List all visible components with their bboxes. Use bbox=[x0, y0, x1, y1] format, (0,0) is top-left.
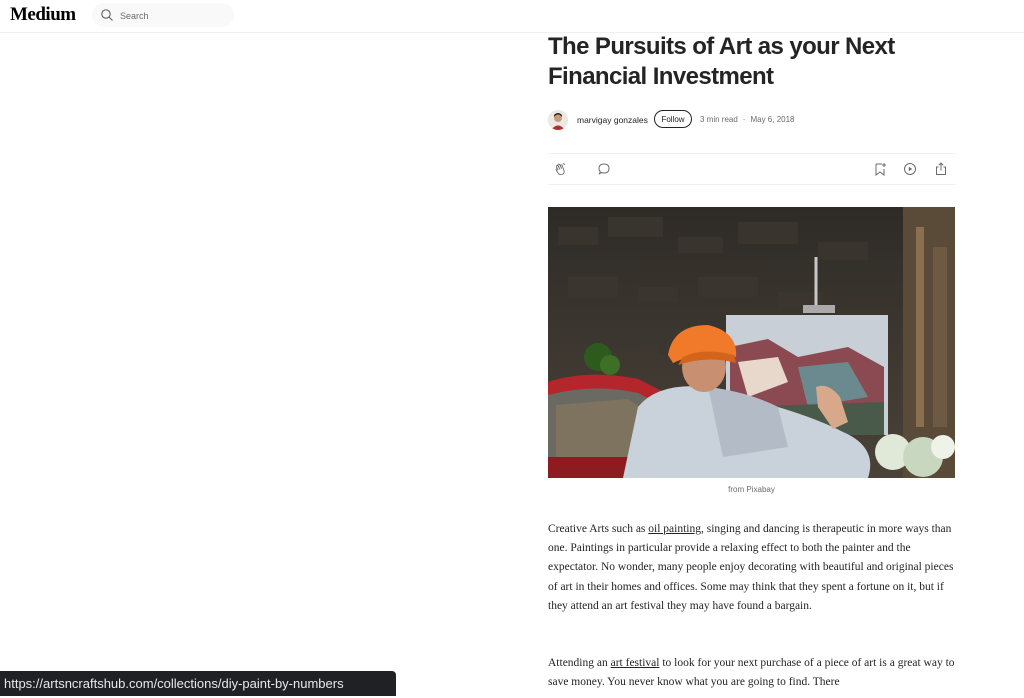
byline: marvigay gonzales Follow 3 min read · May … bbox=[548, 110, 958, 134]
link-preview-status-bar: https://artsncraftshub.com/collections/d… bbox=[0, 671, 396, 696]
meta-separator: · bbox=[742, 115, 746, 124]
painter-photo bbox=[548, 207, 955, 478]
hero-image bbox=[548, 207, 955, 478]
search-input[interactable] bbox=[118, 5, 222, 27]
read-time: 3 min read bbox=[700, 115, 738, 124]
paragraph-1-text-before: Creative Arts such as bbox=[548, 523, 649, 535]
oil-painting-link[interactable]: oil painting bbox=[648, 523, 701, 535]
clap-icon[interactable] bbox=[553, 161, 569, 177]
author-name[interactable]: marvigay gonzales bbox=[577, 115, 648, 125]
bookmark-add-icon[interactable] bbox=[872, 161, 888, 177]
top-navigation-bar: Medium bbox=[0, 0, 1024, 33]
search-box[interactable] bbox=[92, 3, 234, 27]
paragraph-2-text-before: Attending an bbox=[548, 657, 611, 669]
image-caption: from Pixabay bbox=[728, 485, 775, 494]
article-action-bar bbox=[548, 153, 956, 185]
paragraph-1-text-after: , singing and dancing is therapeutic in … bbox=[548, 523, 954, 612]
art-festival-link[interactable]: art festival bbox=[611, 657, 660, 669]
article-meta: 3 min read · May 6, 2018 bbox=[700, 115, 795, 124]
play-icon[interactable] bbox=[902, 161, 918, 177]
share-icon[interactable] bbox=[933, 161, 949, 177]
paragraph-2: Attending an art festival to look for yo… bbox=[548, 654, 958, 692]
paragraph-1: Creative Arts such as oil painting, sing… bbox=[548, 520, 958, 616]
article-title: The Pursuits of Art as your Next Financi… bbox=[548, 33, 895, 90]
publish-date: May 6, 2018 bbox=[750, 115, 795, 124]
follow-button[interactable]: Follow bbox=[654, 110, 692, 128]
comment-icon[interactable] bbox=[596, 161, 612, 177]
author-avatar[interactable] bbox=[548, 110, 568, 130]
search-icon bbox=[101, 9, 113, 21]
medium-logo[interactable]: Medium bbox=[10, 4, 76, 26]
